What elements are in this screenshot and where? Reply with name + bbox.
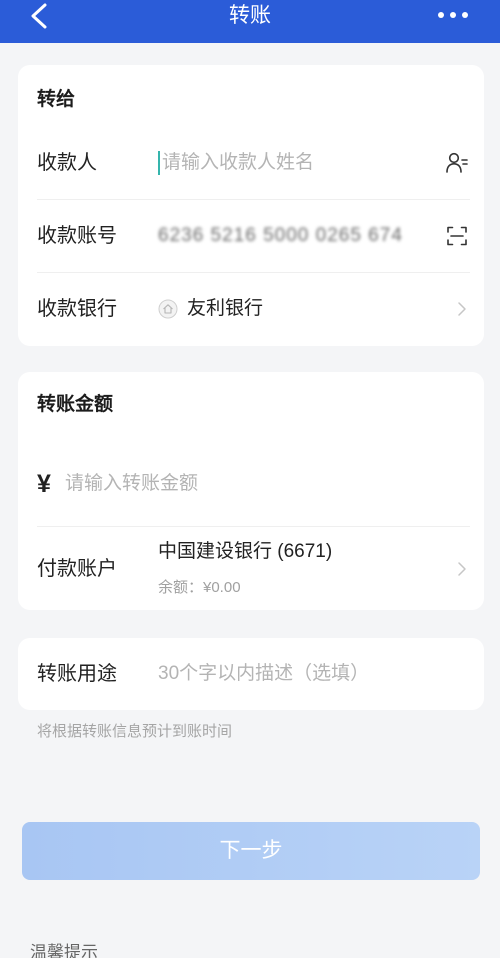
bank-logo-icon	[158, 299, 178, 319]
payee-account-label: 收款账号	[37, 225, 117, 247]
text-cursor	[158, 151, 160, 175]
chevron-left-icon[interactable]	[27, 2, 53, 30]
payee-account-row[interactable]: 收款账号 6236 5216 5000 0265 674	[37, 200, 470, 273]
payee-name-input[interactable]	[158, 148, 434, 178]
purpose-field[interactable]	[158, 659, 470, 689]
payee-bank-label: 收款银行	[37, 298, 117, 320]
payee-account-value: 6236 5216 5000 0265 674	[158, 225, 403, 246]
purpose-card: 转账用途	[18, 638, 484, 710]
next-step-button[interactable]: 下一步	[22, 822, 480, 880]
amount-card: 转账金额 ¥ 付款账户 中国建设银行 (6671) 余额：¥0.00	[18, 372, 484, 610]
payee-name-row: 收款人	[37, 127, 470, 200]
payer-account-row[interactable]: 付款账户 中国建设银行 (6671) 余额：¥0.00	[37, 527, 470, 610]
payee-name-field[interactable]	[158, 148, 434, 178]
payee-account-field[interactable]: 6236 5216 5000 0265 674	[158, 221, 434, 251]
chevron-right-icon	[458, 302, 466, 316]
contact-person-icon[interactable]	[445, 151, 469, 175]
amount-row: ¥	[37, 442, 470, 527]
amount-input[interactable]	[65, 469, 470, 499]
top-bar: 转账	[0, 0, 500, 43]
payer-balance: 余额：¥0.00	[158, 578, 241, 596]
purpose-label: 转账用途	[37, 663, 117, 685]
payee-bank-row[interactable]: 收款银行 友利银行	[37, 273, 470, 345]
scan-icon[interactable]	[445, 224, 469, 248]
currency-symbol: ¥	[37, 470, 51, 498]
tips-section: 温馨提示	[30, 941, 230, 958]
payer-account-name: 中国建设银行 (6671)	[158, 540, 333, 562]
amount-field[interactable]	[65, 469, 470, 499]
payee-card: 转给 收款人 收款账号 6236 5216 5000 0265 674 收款银行	[18, 65, 484, 346]
chevron-right-icon	[458, 561, 466, 576]
payee-bank-field[interactable]: 友利银行	[158, 294, 434, 324]
arrival-time-hint: 将根据转账信息预计到账时间	[37, 723, 233, 740]
tips-heading: 温馨提示	[30, 943, 98, 958]
amount-heading: 转账金额	[37, 394, 114, 415]
page-title: 转账	[229, 4, 271, 27]
payee-heading: 转给	[37, 89, 76, 110]
payer-account-label: 付款账户	[37, 557, 117, 580]
purpose-row: 转账用途	[37, 638, 470, 710]
payer-account-info: 中国建设银行 (6671) 余额：¥0.00	[158, 540, 332, 598]
purpose-input[interactable]	[158, 659, 470, 689]
more-dots-icon[interactable]	[436, 10, 470, 20]
payee-bank-value: 友利银行	[187, 298, 264, 319]
payee-name-label: 收款人	[37, 152, 97, 174]
